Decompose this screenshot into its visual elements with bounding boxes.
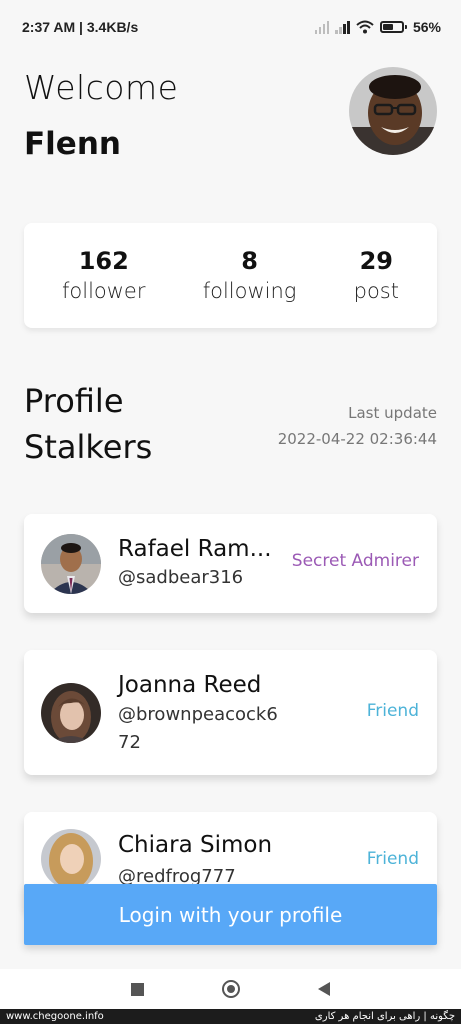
home-icon[interactable] [222, 980, 240, 998]
stalker-handle: @brownpeacock672 [118, 704, 278, 753]
status-right: 56% [314, 19, 441, 35]
signal-icon [314, 20, 330, 34]
stalker-card[interactable]: Rafael Ram... @sadbear316 Secret Admirer [24, 514, 437, 613]
recents-icon[interactable] [131, 982, 144, 996]
back-icon[interactable] [318, 982, 330, 996]
stat-posts[interactable]: 29 post [354, 246, 399, 306]
stat-label: post [353, 278, 399, 303]
section-title-line1: Profile [24, 382, 124, 420]
relation-badge: Friend [366, 701, 419, 721]
stalker-avatar [41, 534, 101, 594]
username: Flenn [24, 126, 121, 162]
login-button[interactable]: Login with your profile [24, 884, 437, 945]
status-bar: 2:37 AM | 3.4KB/s 56% [0, 0, 461, 54]
battery-icon [379, 21, 407, 33]
watermark-strip: www.chegoone.info چگونه | راهی برای انجا… [0, 1009, 461, 1024]
stat-value: 8 [241, 246, 258, 275]
stat-value: 162 [78, 246, 129, 275]
stats-card: 162 follower 8 following 29 post [24, 223, 437, 328]
status-time: 2:37 AM [22, 19, 76, 35]
last-update: Last update 2022-04-22 02:36:44 [278, 400, 437, 452]
section-title-line2: Stalkers [24, 428, 153, 466]
stalker-handle: @sadbear316 [118, 567, 244, 588]
stat-following[interactable]: 8 following [203, 246, 297, 306]
stat-followers[interactable]: 162 follower [62, 246, 146, 306]
network-speed: 3.4KB/s [86, 19, 139, 35]
last-update-label: Last update [348, 404, 437, 422]
stalker-name: Joanna Reed [118, 672, 262, 698]
stalker-name: Chiara Simon [118, 832, 273, 858]
stalker-card[interactable]: Joanna Reed @brownpeacock672 Friend [24, 650, 437, 775]
app-screen: 2:37 AM | 3.4KB/s 56% Welcome Flenn 162 … [0, 0, 461, 1024]
watermark-tagline: چگونه | راهی برای انجام هر کاری [314, 1011, 455, 1022]
navigation-bar [0, 969, 461, 1009]
stalker-avatar [41, 829, 101, 889]
stalker-name: Rafael Ram... [118, 536, 272, 562]
relation-badge: Secret Admirer [291, 551, 419, 571]
stalker-avatar [41, 683, 101, 743]
user-avatar-image [349, 67, 437, 155]
battery-percent: 56 [412, 19, 429, 35]
status-left: 2:37 AM | 3.4KB/s [22, 19, 139, 35]
stat-value: 29 [359, 246, 393, 275]
wifi-icon [356, 20, 374, 34]
last-update-value: 2022-04-22 02:36:44 [277, 430, 437, 448]
signal-icon [335, 20, 350, 34]
watermark-url: www.chegoone.info [6, 1011, 104, 1022]
section-title: Profile Stalkers [24, 378, 152, 470]
stat-label: follower [62, 278, 146, 303]
welcome-label: Welcome [24, 68, 179, 107]
stat-label: following [202, 278, 297, 303]
user-avatar[interactable] [349, 67, 437, 155]
relation-badge: Friend [366, 849, 419, 869]
